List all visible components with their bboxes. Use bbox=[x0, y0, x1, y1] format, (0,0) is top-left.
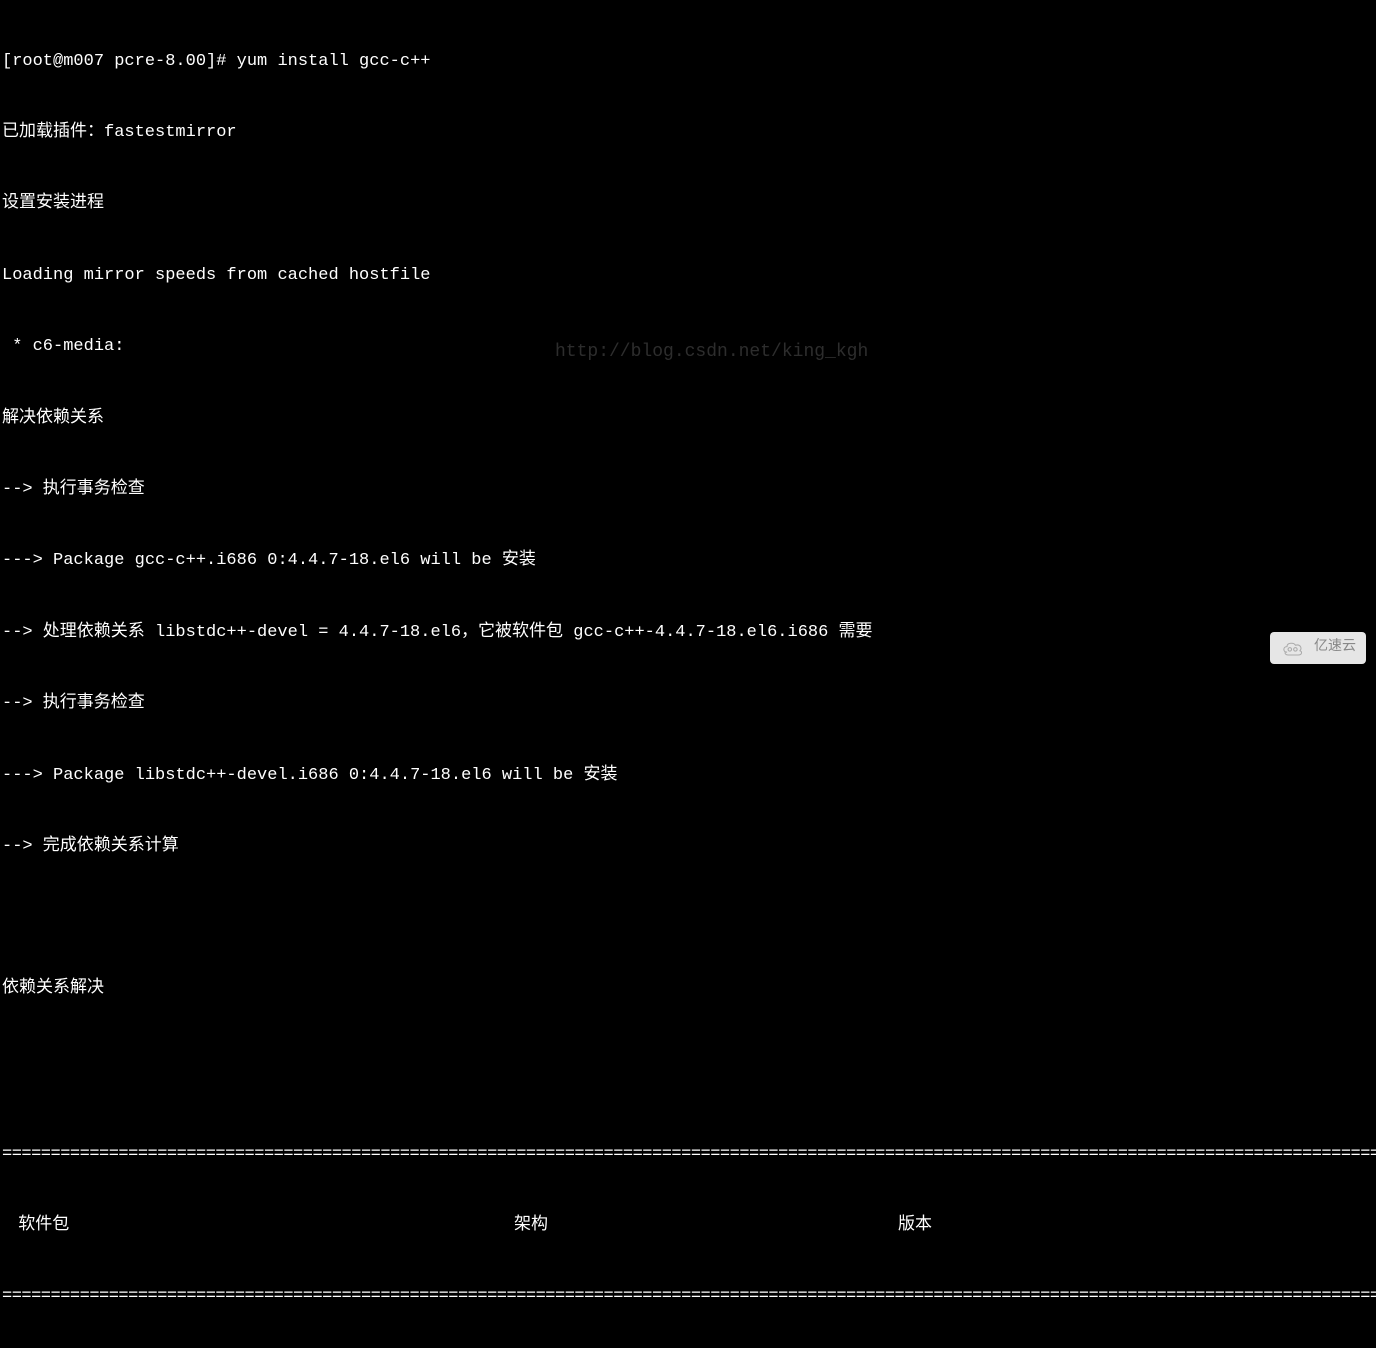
output-line: 已加载插件：fastestmirror bbox=[2, 121, 1376, 145]
terminal-output[interactable]: [root@m007 pcre-8.00]# yum install gcc-c… bbox=[0, 0, 1376, 1348]
separator-line: ========================================… bbox=[2, 1143, 1376, 1167]
output-line: --> 执行事务检查 bbox=[2, 478, 1376, 502]
output-line: ---> Package gcc-c++.i686 0:4.4.7-18.el6… bbox=[2, 549, 1376, 573]
output-line: * c6-media: bbox=[2, 335, 1376, 359]
header-arch: 架构 bbox=[514, 1214, 898, 1238]
output-line bbox=[2, 906, 1376, 929]
output-line: 解决依赖关系 bbox=[2, 407, 1376, 431]
table-header: 软件包 架构 版本 bbox=[2, 1214, 1376, 1238]
output-line: 设置安装进程 bbox=[2, 192, 1376, 216]
output-line: --> 处理依赖关系 libstdc++-devel = 4.4.7-18.el… bbox=[2, 621, 1376, 645]
output-line: ---> Package libstdc++-devel.i686 0:4.4.… bbox=[2, 764, 1376, 788]
output-line: 依赖关系解决 bbox=[2, 977, 1376, 1001]
header-package: 软件包 bbox=[2, 1214, 514, 1238]
prompt-line: [root@m007 pcre-8.00]# yum install gcc-c… bbox=[2, 50, 1376, 74]
output-line: --> 执行事务检查 bbox=[2, 692, 1376, 716]
output-line: --> 完成依赖关系计算 bbox=[2, 835, 1376, 859]
output-line: Loading mirror speeds from cached hostfi… bbox=[2, 264, 1376, 288]
output-line bbox=[2, 1048, 1376, 1071]
header-version: 版本 bbox=[898, 1214, 1376, 1238]
separator-line: ========================================… bbox=[2, 1285, 1376, 1309]
